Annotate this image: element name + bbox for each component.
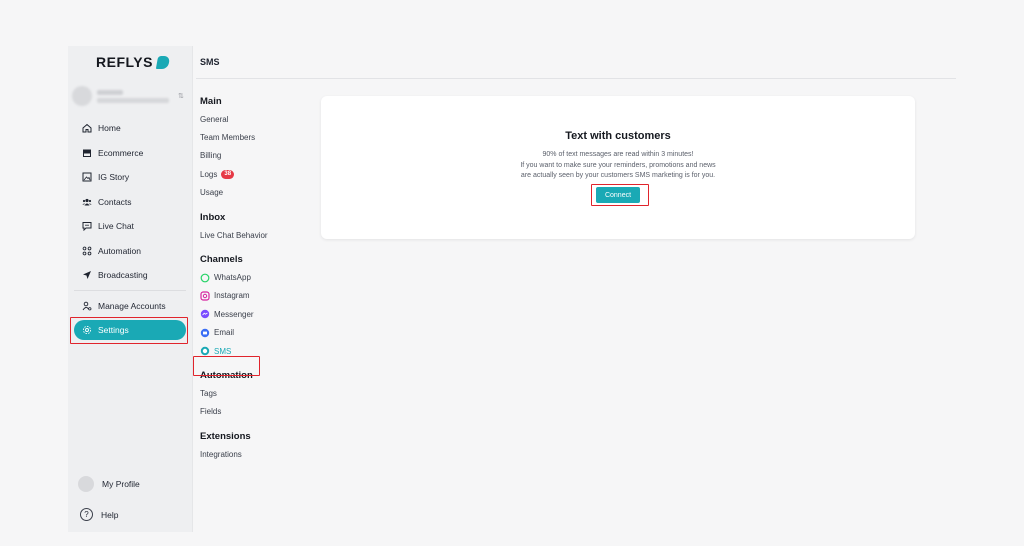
email-icon	[200, 328, 210, 337]
connect-highlight-box	[591, 184, 649, 206]
submenu-item-label: Billing	[200, 151, 222, 161]
user-cog-icon	[82, 302, 92, 311]
logs-count-badge: 38	[221, 169, 235, 179]
page-title: SMS	[200, 57, 220, 67]
sidebar-item-label: Broadcasting	[98, 270, 148, 281]
submenu-item-general[interactable]: General	[200, 110, 310, 128]
submenu-item-live-chat-behavior[interactable]: Live Chat Behavior	[200, 226, 310, 244]
sidebar-item-manage-accounts[interactable]: Manage Accounts	[76, 294, 186, 319]
header-divider	[196, 78, 956, 79]
submenu-item-label: Instagram	[214, 291, 250, 301]
sidebar-item-label: IG Story	[98, 172, 130, 183]
instagram-icon	[200, 291, 210, 301]
whatsapp-icon	[200, 273, 210, 282]
submenu-item-label: Usage	[200, 188, 224, 198]
account-avatar	[72, 86, 92, 106]
submenu-item-instagram[interactable]: Instagram	[200, 287, 310, 305]
submenu-item-label: WhatsApp	[214, 273, 251, 283]
submenu-item-label: Email	[214, 328, 235, 338]
sidebar-item-label: Contacts	[98, 196, 132, 207]
settings-highlight-box	[70, 317, 188, 344]
help-label: Help	[101, 509, 119, 520]
profile-label: My Profile	[102, 479, 140, 489]
submenu-item-label: SMS	[214, 346, 232, 356]
help-icon: ?	[80, 508, 93, 521]
sidebar-item-label: Manage Accounts	[98, 301, 166, 312]
submenu-item-whatsapp[interactable]: WhatsApp	[200, 268, 310, 286]
sidebar-item-help[interactable]: ? Help	[80, 508, 118, 521]
image-icon	[82, 172, 92, 182]
store-icon	[83, 149, 91, 157]
card-line: If you want to make sure your reminders,…	[520, 161, 716, 169]
sidebar-manage: Manage Accounts	[76, 294, 186, 319]
send-icon	[83, 271, 91, 280]
sidebar: REFLYS ⇅ Home Ecommerce IG Story Contact…	[68, 46, 192, 532]
brand-name: REFLYS	[96, 54, 153, 70]
sidebar-item-ecommerce[interactable]: Ecommerce	[76, 141, 186, 166]
account-info-blurred	[97, 89, 169, 103]
card-description: 90% of text messages are read within 3 m…	[321, 150, 915, 182]
sidebar-nav: Home Ecommerce IG Story Contacts Live Ch…	[76, 116, 186, 288]
sidebar-item-label: Home	[98, 123, 121, 134]
automation-icon	[82, 246, 92, 256]
sidebar-border	[192, 46, 193, 532]
brand-logo[interactable]: REFLYS	[96, 54, 171, 70]
sidebar-item-my-profile[interactable]: My Profile	[78, 476, 140, 492]
sidebar-item-broadcasting[interactable]: Broadcasting	[76, 263, 186, 288]
home-icon	[82, 124, 92, 133]
chevron-icon: ⇅	[178, 93, 184, 100]
chat-icon	[82, 222, 92, 232]
submenu-item-label: Integrations	[200, 449, 242, 459]
settings-submenu: Main General Team Members Billing Logs 38…	[200, 96, 310, 463]
submenu-item-label: Live Chat Behavior	[200, 230, 268, 240]
users-icon	[82, 198, 92, 206]
sidebar-item-home[interactable]: Home	[76, 116, 186, 141]
sidebar-item-automation[interactable]: Automation	[76, 239, 186, 264]
submenu-item-messenger[interactable]: Messenger	[200, 305, 310, 323]
card-title: Text with customers	[565, 130, 671, 142]
sidebar-item-label: Ecommerce	[98, 147, 144, 158]
app-window: REFLYS ⇅ Home Ecommerce IG Story Contact…	[68, 46, 956, 532]
submenu-item-label: Messenger	[214, 309, 254, 319]
section-title-extensions: Extensions	[200, 431, 251, 443]
brand-mark-icon	[155, 55, 171, 69]
sms-highlight-box	[193, 356, 260, 376]
messenger-icon	[200, 310, 210, 319]
submenu-item-fields[interactable]: Fields	[200, 403, 310, 421]
section-title-inbox: Inbox	[200, 211, 226, 223]
sms-icon	[200, 346, 210, 356]
submenu-item-integrations[interactable]: Integrations	[200, 445, 310, 463]
submenu-item-tags[interactable]: Tags	[200, 384, 310, 402]
sidebar-item-live-chat[interactable]: Live Chat	[76, 214, 186, 239]
section-title-channels: Channels	[200, 254, 243, 266]
submenu-item-label: Tags	[200, 388, 217, 398]
card-line: are actually seen by your customers SMS …	[520, 172, 716, 179]
submenu-item-usage[interactable]: Usage	[200, 184, 310, 202]
sidebar-item-label: Live Chat	[98, 221, 134, 232]
submenu-item-label: Team Members	[200, 133, 256, 143]
submenu-item-label: Logs	[200, 169, 218, 179]
submenu-item-email[interactable]: Email	[200, 324, 310, 342]
submenu-item-billing[interactable]: Billing	[200, 147, 310, 165]
sms-connect-card: Text with customers 90% of text messages…	[321, 96, 915, 239]
submenu-item-label: Fields	[200, 407, 222, 417]
submenu-item-team-members[interactable]: Team Members	[200, 128, 310, 146]
sidebar-item-label: Automation	[98, 245, 141, 256]
account-switcher[interactable]: ⇅	[72, 84, 188, 108]
section-title-main: Main	[200, 96, 222, 107]
avatar	[78, 476, 94, 492]
sidebar-divider	[74, 290, 186, 291]
card-line: 90% of text messages are read within 3 m…	[542, 151, 694, 158]
submenu-item-label: General	[200, 114, 229, 124]
sidebar-item-contacts[interactable]: Contacts	[76, 190, 186, 215]
submenu-item-logs[interactable]: Logs 38	[200, 165, 310, 183]
sidebar-item-ig-story[interactable]: IG Story	[76, 165, 186, 190]
